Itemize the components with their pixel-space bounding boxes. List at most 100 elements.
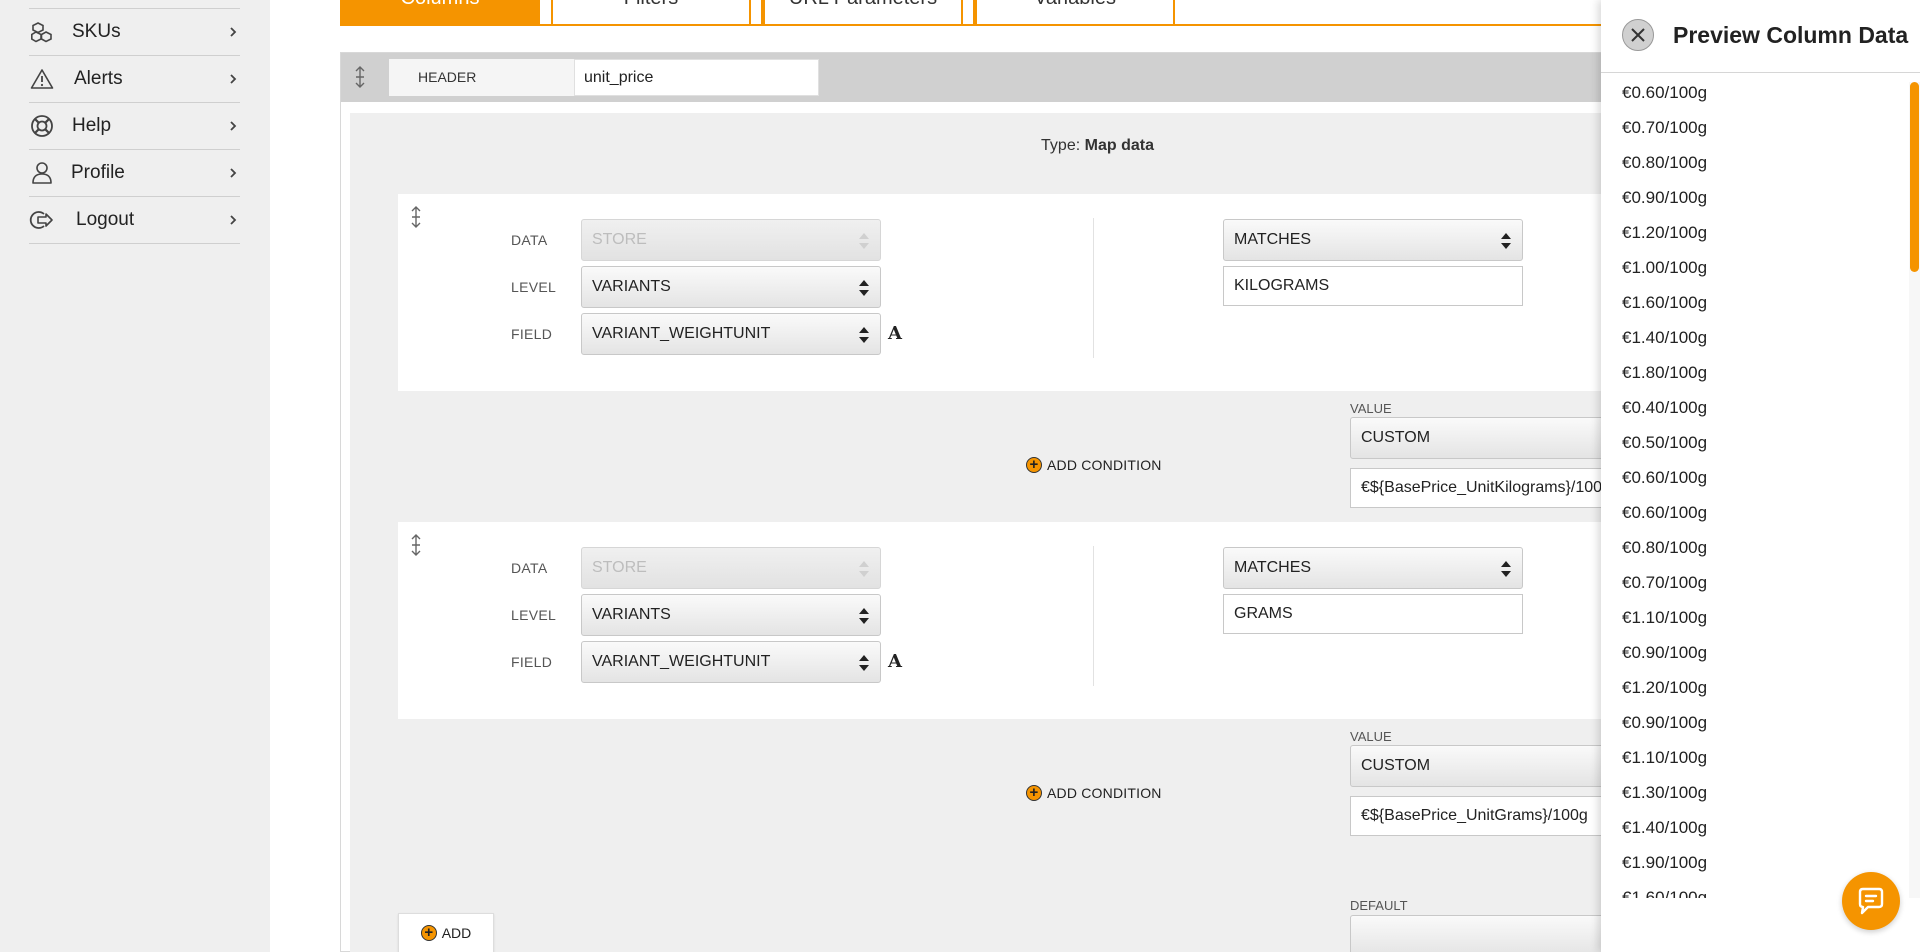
preview-list-item: €1.20/100g	[1622, 223, 1708, 242]
tab-label: Variables	[1034, 0, 1116, 9]
tab-columns[interactable]: Columns	[340, 0, 540, 26]
drag-handle-icon[interactable]	[409, 206, 423, 228]
preview-list-item: €1.80/100g	[1622, 363, 1708, 382]
sidebar-item-label: SKUs	[72, 21, 121, 42]
column-body: Type: Map data DATA STORE LEVEL VARIANTS…	[350, 113, 1740, 952]
select-value: VARIANT_WEIGHTUNIT	[592, 653, 771, 670]
preview-list-item: €0.60/100g	[1622, 83, 1708, 102]
data-label: DATA	[511, 232, 548, 248]
tab-variables[interactable]: Variables	[975, 0, 1175, 26]
tab-filters[interactable]: Filters	[551, 0, 751, 26]
divider	[1093, 218, 1094, 358]
select-arrows-icon	[859, 280, 869, 296]
select-value: CUSTOM	[1361, 757, 1431, 774]
preview-list-item: €0.70/100g	[1622, 573, 1708, 592]
tab-label: Filters	[624, 0, 678, 9]
sidebar-item-logout[interactable]: Logout	[29, 197, 240, 244]
match-value-input[interactable]: GRAMS	[1223, 594, 1523, 634]
plus-icon: +	[1026, 785, 1042, 801]
column-header-bar: HEADER unit_price	[341, 53, 1739, 102]
tab-separator	[751, 0, 763, 26]
scrollbar[interactable]	[1909, 82, 1920, 898]
preview-list-item: €1.00/100g	[1622, 258, 1708, 277]
close-button[interactable]	[1622, 19, 1654, 51]
preview-list: €0.60/100g €0.70/100g €0.80/100g €0.90/100g…	[1601, 75, 1910, 898]
preview-list-item: €0.40/100g	[1622, 398, 1708, 417]
field-select[interactable]: VARIANT_WEIGHTUNIT	[581, 641, 881, 683]
font-format-icon[interactable]: A	[888, 651, 902, 672]
chevron-right-icon	[230, 27, 237, 37]
preview-list-item: €1.40/100g	[1622, 818, 1708, 837]
data-select: STORE	[581, 219, 881, 261]
match-value-input[interactable]: KILOGRAMS	[1223, 266, 1523, 306]
value-label: VALUE	[1350, 401, 1392, 416]
preview-list-item: €0.70/100g	[1622, 118, 1708, 137]
chevron-right-icon	[230, 168, 237, 178]
sidebar-nav: SKUs Alerts Help Profile Logout	[29, 8, 240, 244]
preview-list-item: €1.60/100g	[1622, 293, 1708, 312]
select-value: STORE	[592, 231, 647, 248]
drag-handle-icon[interactable]	[409, 534, 423, 556]
preview-list-item: €1.10/100g	[1622, 608, 1708, 627]
header-label: HEADER	[389, 59, 574, 96]
font-format-icon[interactable]: A	[888, 323, 902, 344]
select-value: VARIANTS	[592, 278, 671, 295]
select-arrows-icon	[859, 327, 869, 343]
add-condition-button[interactable]: + ADD CONDITION	[1026, 457, 1162, 473]
add-button[interactable]: + ADD	[398, 913, 494, 952]
tab-separator	[963, 0, 975, 26]
preview-list-item: €1.20/100g	[1622, 678, 1708, 697]
select-arrows-icon	[859, 655, 869, 671]
preview-list-item: €0.90/100g	[1622, 188, 1708, 207]
value-label: VALUE	[1350, 729, 1392, 744]
rule-card: DATA STORE LEVEL VARIANTS FIELD VARIANT_…	[398, 522, 1740, 719]
select-arrows-icon	[859, 608, 869, 624]
chevron-right-icon	[230, 74, 237, 84]
plus-icon: +	[420, 925, 437, 941]
add-label: ADD	[441, 925, 472, 941]
preview-list-item: €0.60/100g	[1622, 468, 1708, 487]
add-condition-label: ADD CONDITION	[1047, 785, 1162, 801]
header-input[interactable]: unit_price	[574, 59, 819, 96]
level-select[interactable]: VARIANTS	[581, 594, 881, 636]
sidebar-item-skus[interactable]: SKUs	[29, 9, 240, 56]
sidebar: SKUs Alerts Help Profile Logout	[0, 0, 270, 952]
logout-icon	[29, 207, 55, 233]
operator-select[interactable]: MATCHES	[1223, 547, 1523, 589]
drag-handle-icon[interactable]	[353, 66, 367, 88]
level-select[interactable]: VARIANTS	[581, 266, 881, 308]
preview-list-item: €0.80/100g	[1622, 153, 1708, 172]
sidebar-item-label: Alerts	[74, 68, 123, 89]
tab-label: URL Parameters	[789, 0, 937, 9]
select-arrows-icon	[1501, 233, 1511, 249]
select-value: MATCHES	[1234, 559, 1312, 576]
tab-url-parameters[interactable]: URL Parameters	[763, 0, 963, 26]
field-select[interactable]: VARIANT_WEIGHTUNIT	[581, 313, 881, 355]
sidebar-item-alerts[interactable]: Alerts	[29, 56, 240, 103]
scrollbar-thumb[interactable]	[1910, 82, 1919, 272]
default-label: DEFAULT	[1350, 898, 1408, 913]
data-select: STORE	[581, 547, 881, 589]
chat-button[interactable]	[1842, 872, 1900, 930]
add-condition-button[interactable]: + ADD CONDITION	[1026, 785, 1162, 801]
column-panel: HEADER unit_price Type: Map data DATA ST…	[340, 52, 1740, 952]
sidebar-item-profile[interactable]: Profile	[29, 150, 240, 197]
sidebar-item-label: Help	[72, 115, 112, 136]
select-arrows-icon	[1501, 561, 1511, 577]
divider	[1093, 546, 1094, 686]
tab-label: Columns	[401, 0, 480, 9]
close-icon	[1631, 28, 1645, 42]
preview-list-item: €1.10/100g	[1622, 748, 1708, 767]
sidebar-item-help[interactable]: Help	[29, 103, 240, 150]
level-label: LEVEL	[511, 607, 557, 623]
drawer-header: Preview Column Data	[1601, 0, 1920, 73]
select-value: MATCHES	[1234, 231, 1312, 248]
operator-select[interactable]: MATCHES	[1223, 219, 1523, 261]
chat-icon	[1858, 887, 1884, 915]
cubes-icon	[29, 19, 55, 45]
sidebar-item-label: Profile	[71, 162, 125, 183]
sidebar-item-label: Logout	[76, 209, 135, 230]
preview-list-item: €0.90/100g	[1622, 713, 1708, 732]
plus-icon: +	[1026, 457, 1042, 473]
preview-drawer: Preview Column Data €0.60/100g €0.70/100g…	[1601, 0, 1920, 952]
